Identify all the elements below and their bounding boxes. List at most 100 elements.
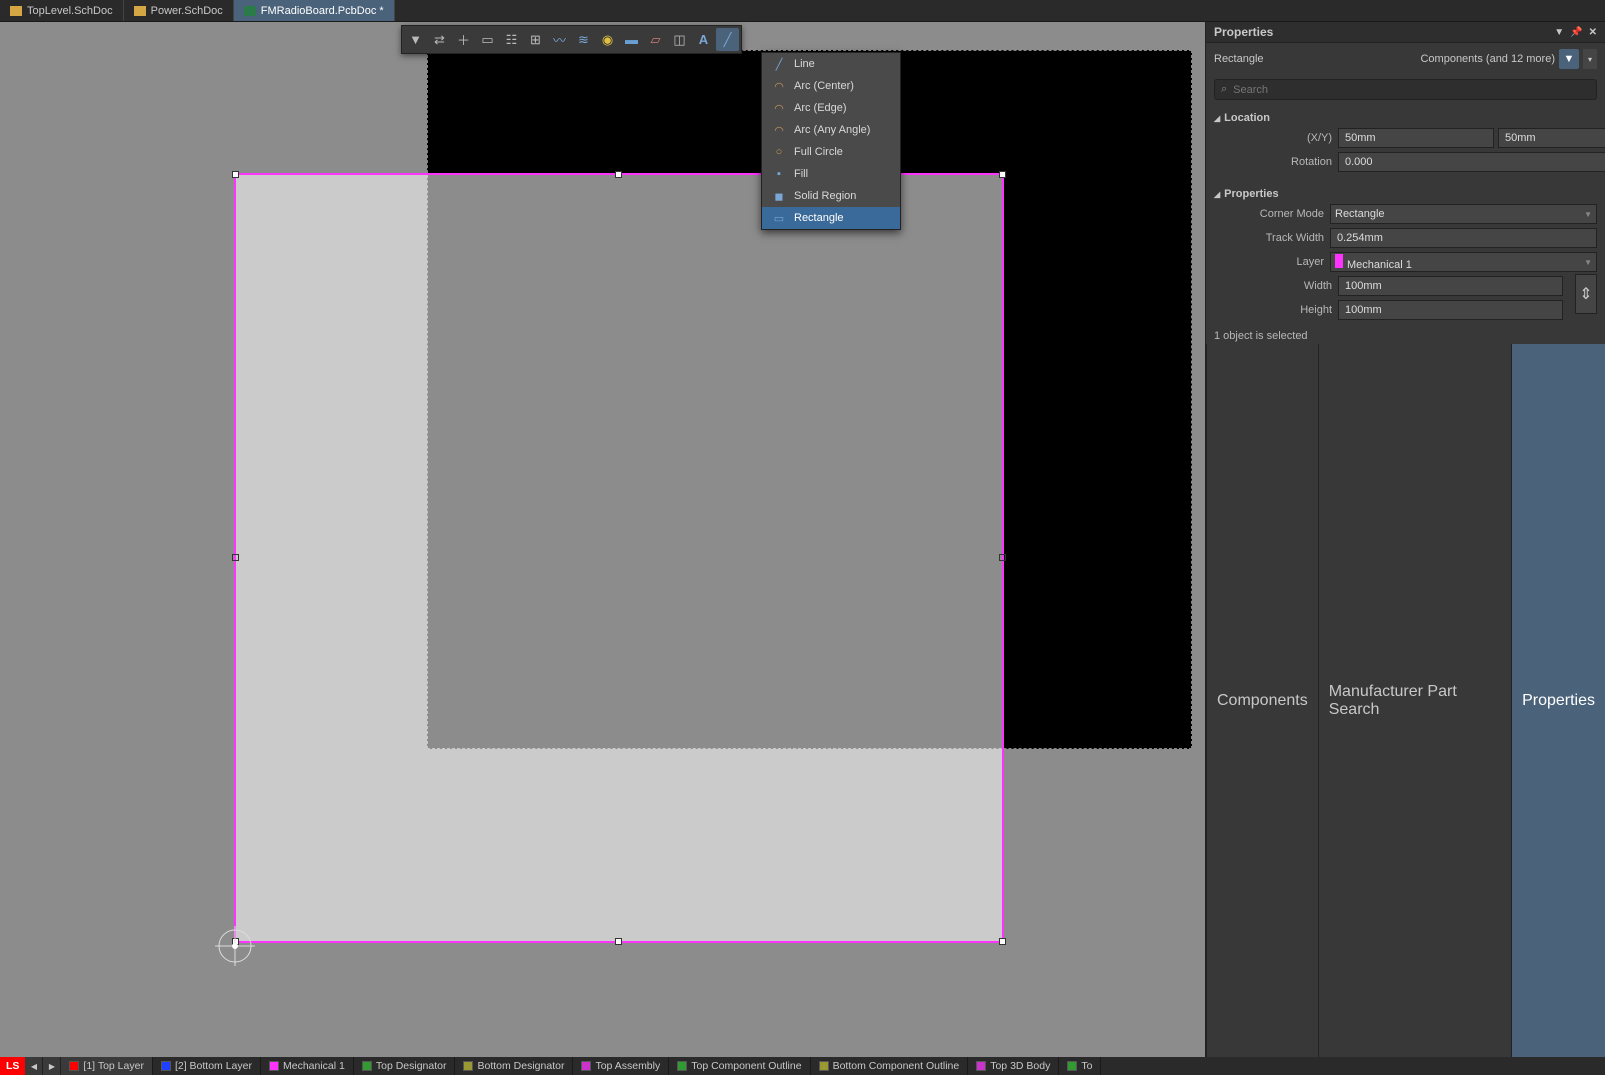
location-x-input[interactable]	[1338, 128, 1494, 148]
diff-pair-button[interactable]: ≋	[572, 28, 595, 51]
text-icon: A	[696, 32, 712, 48]
region-icon: ◼	[772, 189, 786, 203]
pin-icon[interactable]: 📌	[1570, 27, 1582, 38]
layer-swatch	[269, 1061, 279, 1071]
tab-toplevel[interactable]: TopLevel.SchDoc	[0, 0, 124, 21]
route-button[interactable]: 〰	[548, 28, 571, 51]
layer-swatch	[69, 1061, 79, 1071]
tab-manufacturer-part-search[interactable]: Manufacturer Part Search	[1318, 344, 1511, 1057]
layer-tab[interactable]: Top Assembly	[573, 1057, 669, 1075]
dimension-button[interactable]: ◫	[668, 28, 691, 51]
layer-tab[interactable]: [2] Bottom Layer	[153, 1057, 261, 1075]
selected-rectangle[interactable]	[234, 173, 1004, 943]
tab-fmradioboard[interactable]: FMRadioBoard.PcbDoc *	[234, 0, 395, 21]
arc-icon: ◠	[772, 79, 786, 93]
dimension-icon: ◫	[672, 32, 688, 48]
filter-button[interactable]: ▼	[1559, 49, 1579, 69]
layer-tab[interactable]: Bottom Designator	[455, 1057, 573, 1075]
move-icon: ⇄	[432, 32, 448, 48]
search-box[interactable]: ⌕	[1214, 79, 1597, 100]
menu-item-line[interactable]: ╱Line	[762, 53, 900, 75]
circle-icon: ○	[772, 145, 786, 159]
pcb-canvas[interactable]: ▼ ⇄ ＋ ▭ ☷ ⊞ 〰 ≋ ◉ ▬ ▱ ◫ A ╱ ╱Line ◠Arc (…	[0, 22, 1205, 1057]
section-properties-header[interactable]: Properties	[1206, 186, 1605, 202]
filter-summary: Components (and 12 more)	[1420, 53, 1555, 65]
rotation-input[interactable]	[1338, 152, 1605, 172]
height-input[interactable]	[1338, 300, 1563, 320]
section-location-header[interactable]: Location	[1206, 110, 1605, 126]
align-horizontal-button[interactable]: ☷	[500, 28, 523, 51]
resize-handle-nw[interactable]	[232, 171, 239, 178]
resize-handle-ne[interactable]	[999, 171, 1006, 178]
track-width-input[interactable]	[1330, 228, 1597, 248]
grid-icon: ⊞	[528, 32, 544, 48]
layer-prev-button[interactable]: ◀	[25, 1057, 43, 1075]
menu-item-solid-region[interactable]: ◼Solid Region	[762, 185, 900, 207]
panel-title: Properties	[1214, 25, 1273, 39]
schematic-icon	[10, 6, 22, 16]
align-button[interactable]: ＋	[452, 28, 475, 51]
layer-tab[interactable]: [1] Top Layer	[61, 1057, 153, 1075]
properties-panel-header: Properties ▼ 📌 ✕	[1206, 22, 1605, 43]
tab-properties[interactable]: Properties	[1511, 344, 1605, 1057]
origin-marker	[215, 926, 255, 966]
resize-handle-se[interactable]	[999, 938, 1006, 945]
arc-icon: ◠	[772, 123, 786, 137]
layer-select[interactable]: Mechanical 1	[1330, 252, 1597, 272]
grid-button[interactable]: ⊞	[524, 28, 547, 51]
menu-item-arc-any[interactable]: ◠Arc (Any Angle)	[762, 119, 900, 141]
layer-tab[interactable]: Top 3D Body	[968, 1057, 1059, 1075]
layer-swatch	[161, 1061, 171, 1071]
layer-tab[interactable]: Mechanical 1	[261, 1057, 354, 1075]
align-icon: ☷	[504, 32, 520, 48]
filter-dropdown-button[interactable]: ▾	[1583, 49, 1597, 69]
layer-next-button[interactable]: ▶	[43, 1057, 61, 1075]
resize-handle-s[interactable]	[615, 938, 622, 945]
layer-tab[interactable]: Top Component Outline	[669, 1057, 810, 1075]
text-button[interactable]: A	[692, 28, 715, 51]
xy-label: (X/Y)	[1222, 132, 1332, 144]
close-icon[interactable]: ✕	[1589, 27, 1597, 38]
menu-item-arc-edge[interactable]: ◠Arc (Edge)	[762, 97, 900, 119]
place-rectangle-button[interactable]: ▭	[476, 28, 499, 51]
place-line-dropdown-button[interactable]: ╱	[716, 28, 739, 51]
menu-item-fill[interactable]: ▪Fill	[762, 163, 900, 185]
layer-sets-button[interactable]: LS	[0, 1057, 25, 1075]
link-icon: ⇕	[1579, 284, 1592, 304]
via-button[interactable]: ◉	[596, 28, 619, 51]
resize-handle-w[interactable]	[232, 554, 239, 561]
selection-filter-button[interactable]: ▼	[404, 28, 427, 51]
resize-handle-n[interactable]	[615, 171, 622, 178]
width-input[interactable]	[1338, 276, 1563, 296]
menu-item-rectangle[interactable]: ▭Rectangle	[762, 207, 900, 229]
menu-item-full-circle[interactable]: ○Full Circle	[762, 141, 900, 163]
track-width-label: Track Width	[1214, 232, 1324, 244]
funnel-icon: ▼	[1564, 53, 1575, 65]
properties-panel: Properties ▼ 📌 ✕ Rectangle Components (a…	[1205, 22, 1605, 1057]
board-shape-button[interactable]: ▱	[644, 28, 667, 51]
corner-mode-label: Corner Mode	[1214, 208, 1324, 220]
layer-tab[interactable]: Top Designator	[354, 1057, 456, 1075]
tab-components[interactable]: Components	[1206, 344, 1318, 1057]
dropdown-icon[interactable]: ▼	[1554, 27, 1564, 38]
menu-item-arc-center[interactable]: ◠Arc (Center)	[762, 75, 900, 97]
search-input[interactable]	[1233, 84, 1590, 96]
tab-label: TopLevel.SchDoc	[27, 5, 113, 17]
via-icon: ◉	[600, 32, 616, 48]
tab-power[interactable]: Power.SchDoc	[124, 0, 234, 21]
layer-tab[interactable]: Bottom Component Outline	[811, 1057, 969, 1075]
place-dropdown-menu: ╱Line ◠Arc (Center) ◠Arc (Edge) ◠Arc (An…	[761, 52, 901, 230]
move-button[interactable]: ⇄	[428, 28, 451, 51]
line-icon: ╱	[772, 57, 786, 71]
layer-swatch	[976, 1061, 986, 1071]
resize-handle-e[interactable]	[999, 554, 1006, 561]
layer-swatch	[581, 1061, 591, 1071]
layer-tab[interactable]: To	[1059, 1057, 1101, 1075]
polygon-icon: ▬	[624, 32, 640, 48]
location-y-input[interactable]	[1498, 128, 1605, 148]
crosshair-icon: ＋	[456, 32, 472, 48]
corner-mode-select[interactable]: Rectangle	[1330, 204, 1597, 224]
link-width-height-button[interactable]: ⇕	[1575, 274, 1597, 314]
polygon-button[interactable]: ▬	[620, 28, 643, 51]
board-icon: ▱	[648, 32, 664, 48]
